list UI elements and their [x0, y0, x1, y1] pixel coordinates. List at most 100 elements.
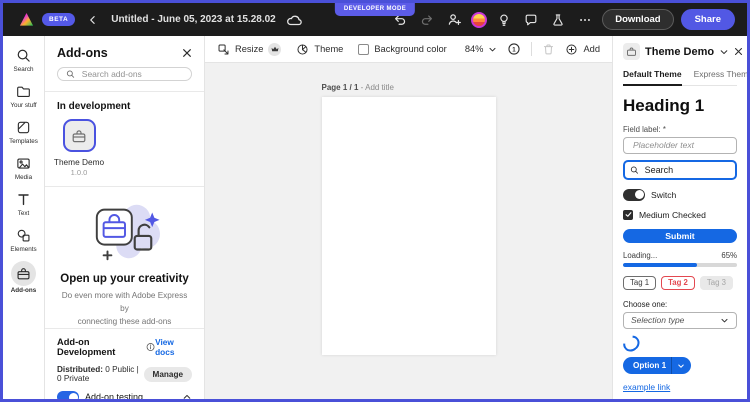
- text-field[interactable]: [623, 137, 737, 154]
- promo-line-2: connecting these add-ons: [77, 317, 172, 327]
- add-ons-search-input[interactable]: [79, 68, 183, 80]
- tag-3: Tag 3: [699, 275, 733, 290]
- sidebar-item-your-stuff[interactable]: Your stuff: [3, 81, 44, 109]
- redo-button[interactable]: [417, 9, 437, 31]
- sidebar-item-label: Media: [14, 174, 33, 181]
- theme-label: Theme: [314, 44, 344, 54]
- tab-express-theme[interactable]: Express Theme: [694, 69, 747, 85]
- section-title: In development: [57, 101, 131, 112]
- demo-checkbox[interactable]: [623, 209, 633, 220]
- sidebar-item-media[interactable]: Media: [3, 153, 44, 181]
- premium-crown-icon: [268, 42, 282, 56]
- add-collaborator-button[interactable]: [444, 9, 464, 31]
- sidebar-item-label: Search: [13, 66, 34, 73]
- option-dropdown-button[interactable]: Option 1: [623, 357, 692, 374]
- cloud-sync-icon[interactable]: [284, 9, 304, 31]
- chat-bubble-icon: [525, 14, 537, 25]
- more-options-button[interactable]: [575, 9, 595, 31]
- topbar-actions: Download Share: [390, 9, 737, 31]
- back-button[interactable]: [83, 9, 103, 31]
- promo-title: Open up your creativity: [60, 273, 189, 285]
- templates-icon: [12, 117, 36, 137]
- progress-circle: [620, 331, 643, 355]
- collapse-panel-button[interactable]: [719, 47, 729, 57]
- tag-2[interactable]: Tag 2: [661, 275, 695, 290]
- background-color-button[interactable]: Background color: [358, 43, 447, 55]
- theme-button[interactable]: Theme: [296, 43, 343, 56]
- folder-icon: [12, 81, 36, 101]
- sidebar-item-text[interactable]: Text: [3, 189, 44, 217]
- add-ons-panel: Add-ons In development Theme Demo 1.0.0: [45, 36, 205, 399]
- submit-button[interactable]: Submit: [623, 228, 737, 244]
- background-color-swatch: [358, 43, 370, 55]
- chevron-down-icon: [489, 47, 496, 51]
- page-duration-button[interactable]: 1: [507, 42, 521, 56]
- trash-icon: [544, 44, 554, 54]
- progress-bar: [623, 263, 737, 267]
- share-button[interactable]: Share: [680, 9, 735, 30]
- add-on-testing-toggle[interactable]: [57, 391, 79, 399]
- info-icon[interactable]: [146, 342, 155, 352]
- feedback-button[interactable]: [521, 9, 541, 31]
- zoom-dropdown[interactable]: 84%: [465, 44, 498, 54]
- developer-mode-badge: DEVELOPER MODE: [334, 3, 416, 16]
- demo-switch[interactable]: [623, 188, 645, 201]
- selection-dropdown[interactable]: Selection type: [623, 311, 737, 329]
- canvas-toolbar-right: 84% 1 Add: [465, 42, 600, 56]
- sidebar-item-search[interactable]: Search: [3, 45, 44, 73]
- chevron-up-icon[interactable]: [182, 392, 192, 399]
- sidebar-item-label: Templates: [9, 138, 38, 145]
- left-rail: Search Your stuff Templates Media Text E…: [3, 36, 45, 399]
- add-person-icon: [448, 14, 461, 25]
- sidebar-item-elements[interactable]: Elements: [3, 225, 44, 253]
- close-panel-button[interactable]: [734, 47, 743, 56]
- tab-default-theme[interactable]: Default Theme: [623, 69, 682, 86]
- document-page[interactable]: [321, 97, 496, 355]
- promo-line-1: Do even more with Adobe Express by: [61, 291, 188, 314]
- sidebar-item-templates[interactable]: Templates: [3, 117, 44, 145]
- delete-page-button[interactable]: [542, 43, 555, 56]
- document-title[interactable]: Untitled - June 05, 2023 at 15.28.02: [111, 14, 276, 25]
- user-avatar[interactable]: [471, 11, 488, 28]
- divider: [531, 42, 533, 56]
- close-panel-button[interactable]: [182, 48, 192, 58]
- canvas-body: Page 1 / 1 - Add title: [205, 63, 612, 399]
- tag-group: Tag 1 Tag 2 Tag 3: [623, 275, 737, 290]
- tag-1[interactable]: Tag 1: [623, 275, 657, 290]
- manage-button[interactable]: Manage: [143, 366, 192, 382]
- theme-demo-addon-tile[interactable]: [62, 119, 96, 152]
- timer-icon: 1: [508, 43, 521, 55]
- addon-list-item: Theme Demo 1.0.0: [54, 119, 104, 177]
- svg-text:1: 1: [513, 46, 517, 53]
- search-field[interactable]: [623, 159, 737, 180]
- experiments-button[interactable]: [548, 9, 568, 31]
- text-field-input[interactable]: [631, 139, 729, 152]
- chevron-down-icon: [720, 49, 728, 54]
- page-label[interactable]: Page 1 / 1 - Add title: [322, 83, 496, 92]
- chevron-down-icon: [678, 364, 684, 368]
- panel-title: Theme Demo: [645, 45, 715, 58]
- adobe-express-logo: [19, 12, 34, 26]
- sidebar-item-add-ons[interactable]: Add-ons: [3, 261, 44, 294]
- redo-icon: [422, 14, 433, 25]
- promo-text: Do even more with Adobe Express by conne…: [58, 289, 191, 328]
- search-field-input[interactable]: [642, 163, 730, 176]
- sidebar-item-label: Text: [17, 210, 30, 217]
- add-ons-search-box[interactable]: [57, 67, 192, 81]
- chevron-down-icon: [721, 318, 728, 322]
- view-docs-link[interactable]: View docs: [155, 337, 192, 357]
- loading-label: Loading...: [623, 251, 658, 261]
- download-button[interactable]: Download: [602, 9, 674, 30]
- loading-row: Loading... 65%: [623, 251, 737, 260]
- divider: [671, 357, 673, 374]
- sidebar-item-label: Elements: [10, 246, 37, 253]
- ideas-button[interactable]: [494, 9, 514, 31]
- check-icon: [625, 212, 631, 218]
- search-icon: [630, 166, 639, 174]
- add-page-button[interactable]: Add: [565, 43, 600, 56]
- example-link[interactable]: example link: [623, 382, 670, 392]
- resize-button[interactable]: Resize: [217, 42, 282, 56]
- add-ons-icon: [11, 261, 36, 286]
- canvas-toolbar: Resize Theme Background color 84% 1 Add: [205, 36, 612, 63]
- checkbox-row: Medium Checked: [623, 209, 737, 220]
